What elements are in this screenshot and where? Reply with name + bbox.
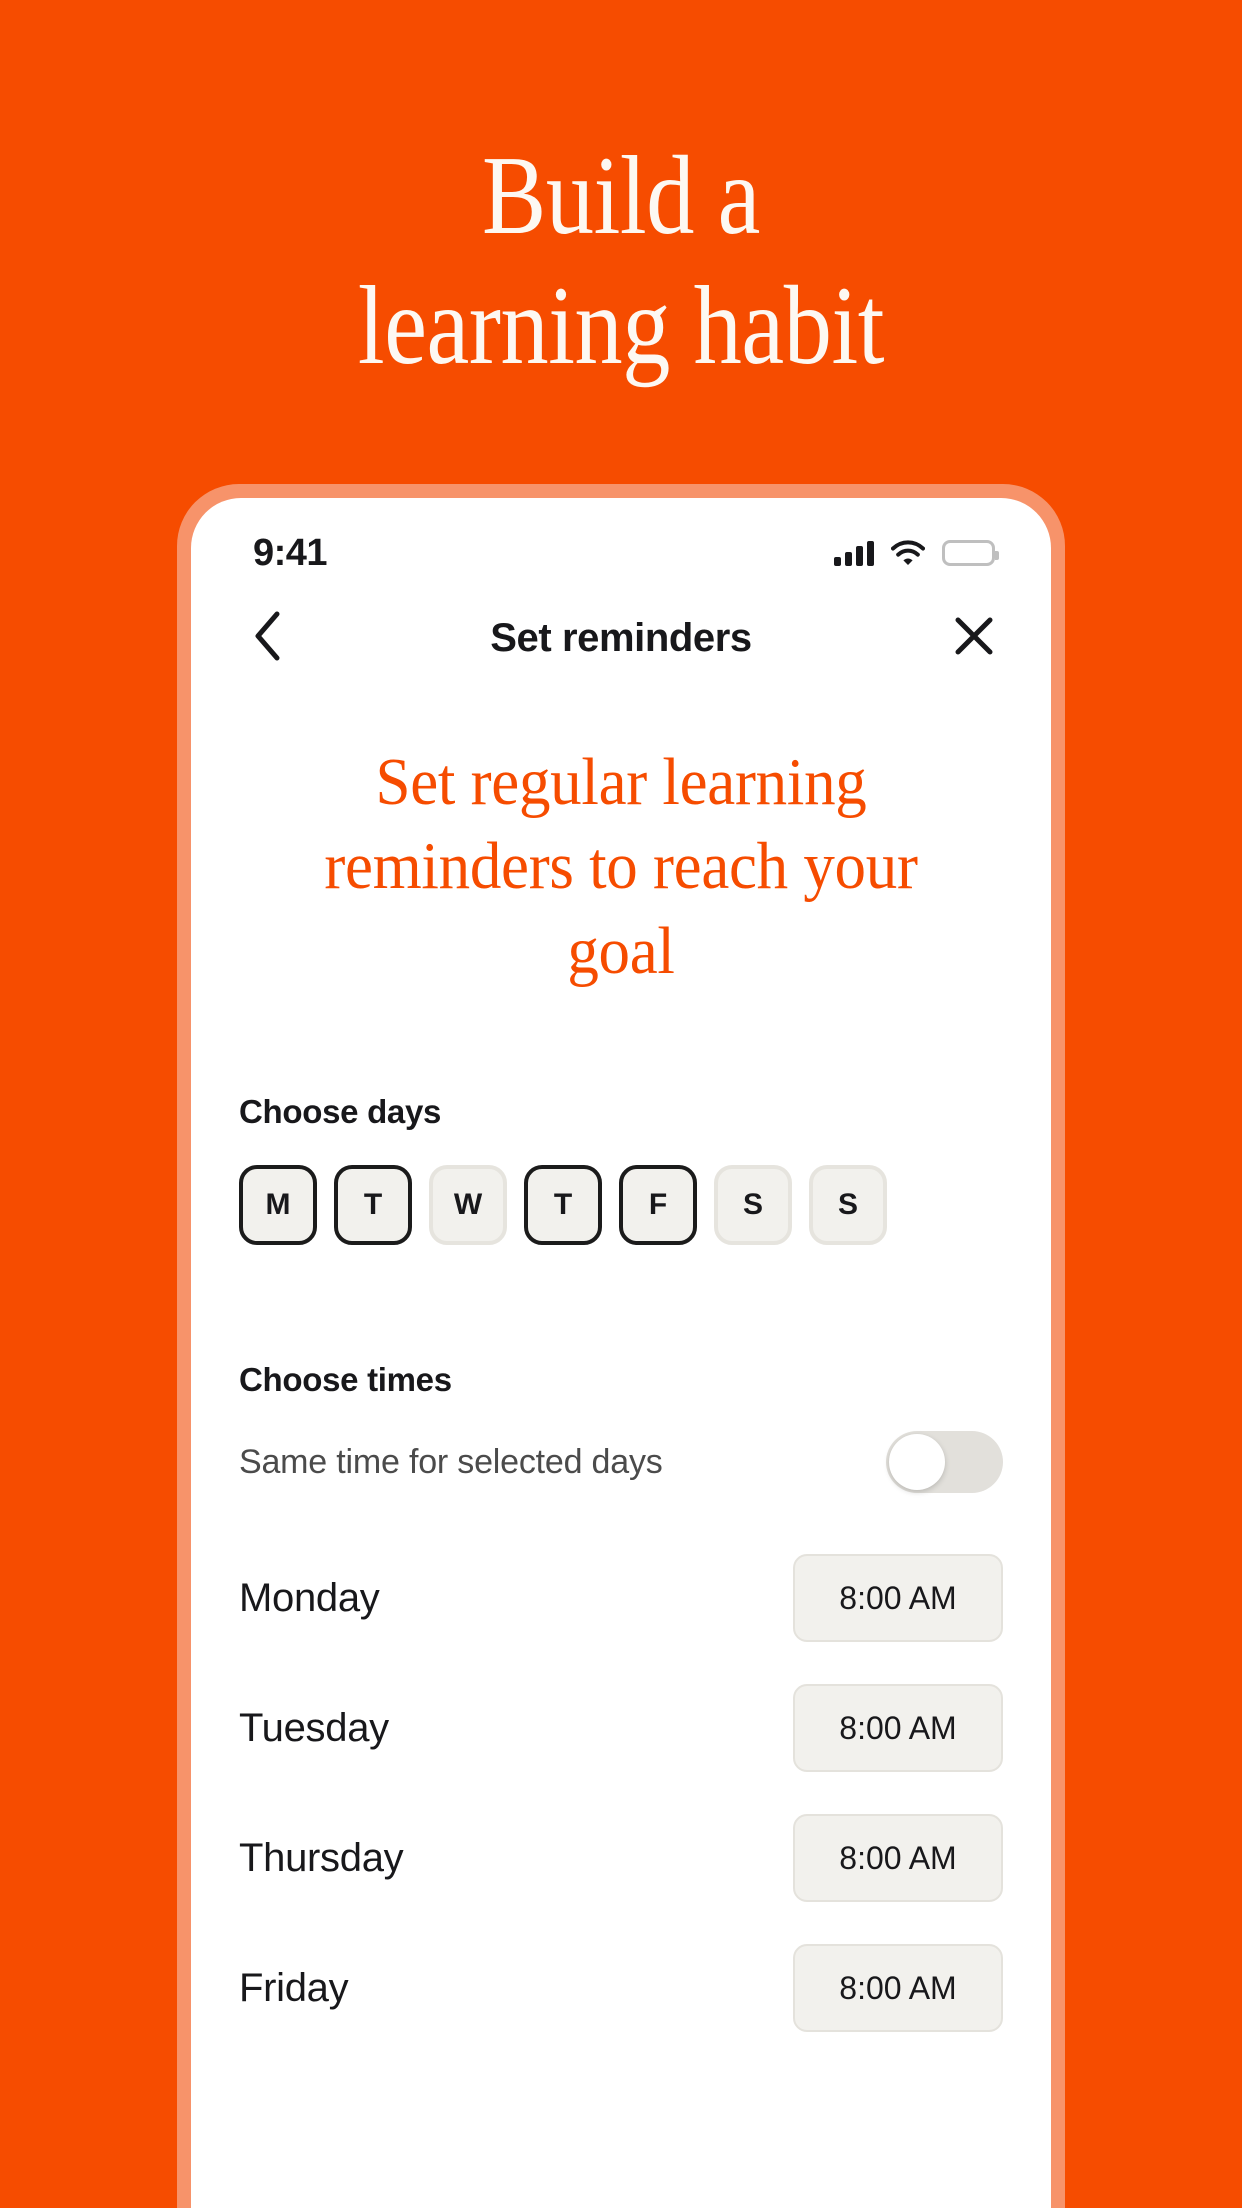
choose-days-heading: Choose days (239, 1093, 442, 1131)
day-chip-sunday[interactable]: S (809, 1165, 887, 1246)
same-time-toggle-row: Same time for selected days (191, 1431, 1051, 1494)
day-chip-label: M (265, 1188, 291, 1222)
time-picker-button[interactable]: 8:00 AM (793, 1684, 1003, 1773)
day-chip-saturday[interactable]: S (714, 1165, 792, 1246)
time-row: Thursday 8:00 AM (191, 1793, 1051, 1923)
nav-header: Set reminders (191, 590, 1051, 686)
time-row-list: Monday 8:00 AM Tuesday 8:00 AM Thursday … (191, 1533, 1051, 2053)
day-chip-thursday[interactable]: T (524, 1165, 602, 1246)
status-bar-icons (834, 540, 999, 566)
phone-frame: 9:41 Set reminders Set regular learning … (177, 484, 1065, 2208)
day-chip-label: T (363, 1188, 383, 1222)
time-value: 8:00 AM (839, 1709, 957, 1746)
day-chip-label: T (553, 1188, 573, 1222)
close-icon (952, 614, 996, 663)
same-time-toggle[interactable] (886, 1431, 1003, 1494)
day-chip-monday[interactable]: M (239, 1165, 317, 1246)
page-title: Set reminders (490, 615, 752, 660)
time-row-day-label: Monday (239, 1575, 380, 1620)
battery-full-icon (942, 540, 999, 566)
promo-headline: Build a learning habit (357, 134, 885, 388)
wifi-icon (891, 540, 925, 566)
chevron-left-icon (253, 611, 283, 666)
time-picker-button[interactable]: 8:00 AM (793, 1814, 1003, 1903)
choose-times-heading: Choose times (239, 1361, 452, 1399)
time-value: 8:00 AM (839, 1839, 957, 1876)
day-chip-wednesday[interactable]: W (429, 1165, 507, 1246)
day-chip-friday[interactable]: F (619, 1165, 697, 1246)
toggle-knob (889, 1434, 945, 1491)
time-row: Friday 8:00 AM (191, 1923, 1051, 2053)
time-row-day-label: Tuesday (239, 1705, 389, 1750)
same-time-toggle-label: Same time for selected days (239, 1442, 663, 1481)
back-button[interactable] (231, 601, 305, 675)
time-row: Monday 8:00 AM (191, 1533, 1051, 1663)
close-button[interactable] (937, 601, 1011, 675)
status-bar: 9:41 (191, 498, 1051, 590)
phone-screen: 9:41 Set reminders Set regular learning … (191, 498, 1051, 2208)
day-chip-group: M T W T F S S (191, 1165, 1051, 1246)
time-row-day-label: Thursday (239, 1835, 404, 1880)
day-chip-label: F (648, 1188, 668, 1222)
day-chip-label: S (837, 1188, 858, 1222)
screen-hero-text: Set regular learning reminders to reach … (324, 745, 918, 988)
time-value: 8:00 AM (839, 1969, 957, 2006)
time-picker-button[interactable]: 8:00 AM (793, 1554, 1003, 1643)
day-chip-tuesday[interactable]: T (334, 1165, 412, 1246)
time-row-day-label: Friday (239, 1965, 349, 2010)
status-bar-time: 9:41 (253, 531, 328, 574)
cellular-signal-icon (834, 540, 874, 566)
time-picker-button[interactable]: 8:00 AM (793, 1944, 1003, 2033)
time-row: Tuesday 8:00 AM (191, 1663, 1051, 1793)
day-chip-label: W (453, 1188, 483, 1222)
time-value: 8:00 AM (839, 1579, 957, 1616)
day-chip-label: S (742, 1188, 763, 1222)
